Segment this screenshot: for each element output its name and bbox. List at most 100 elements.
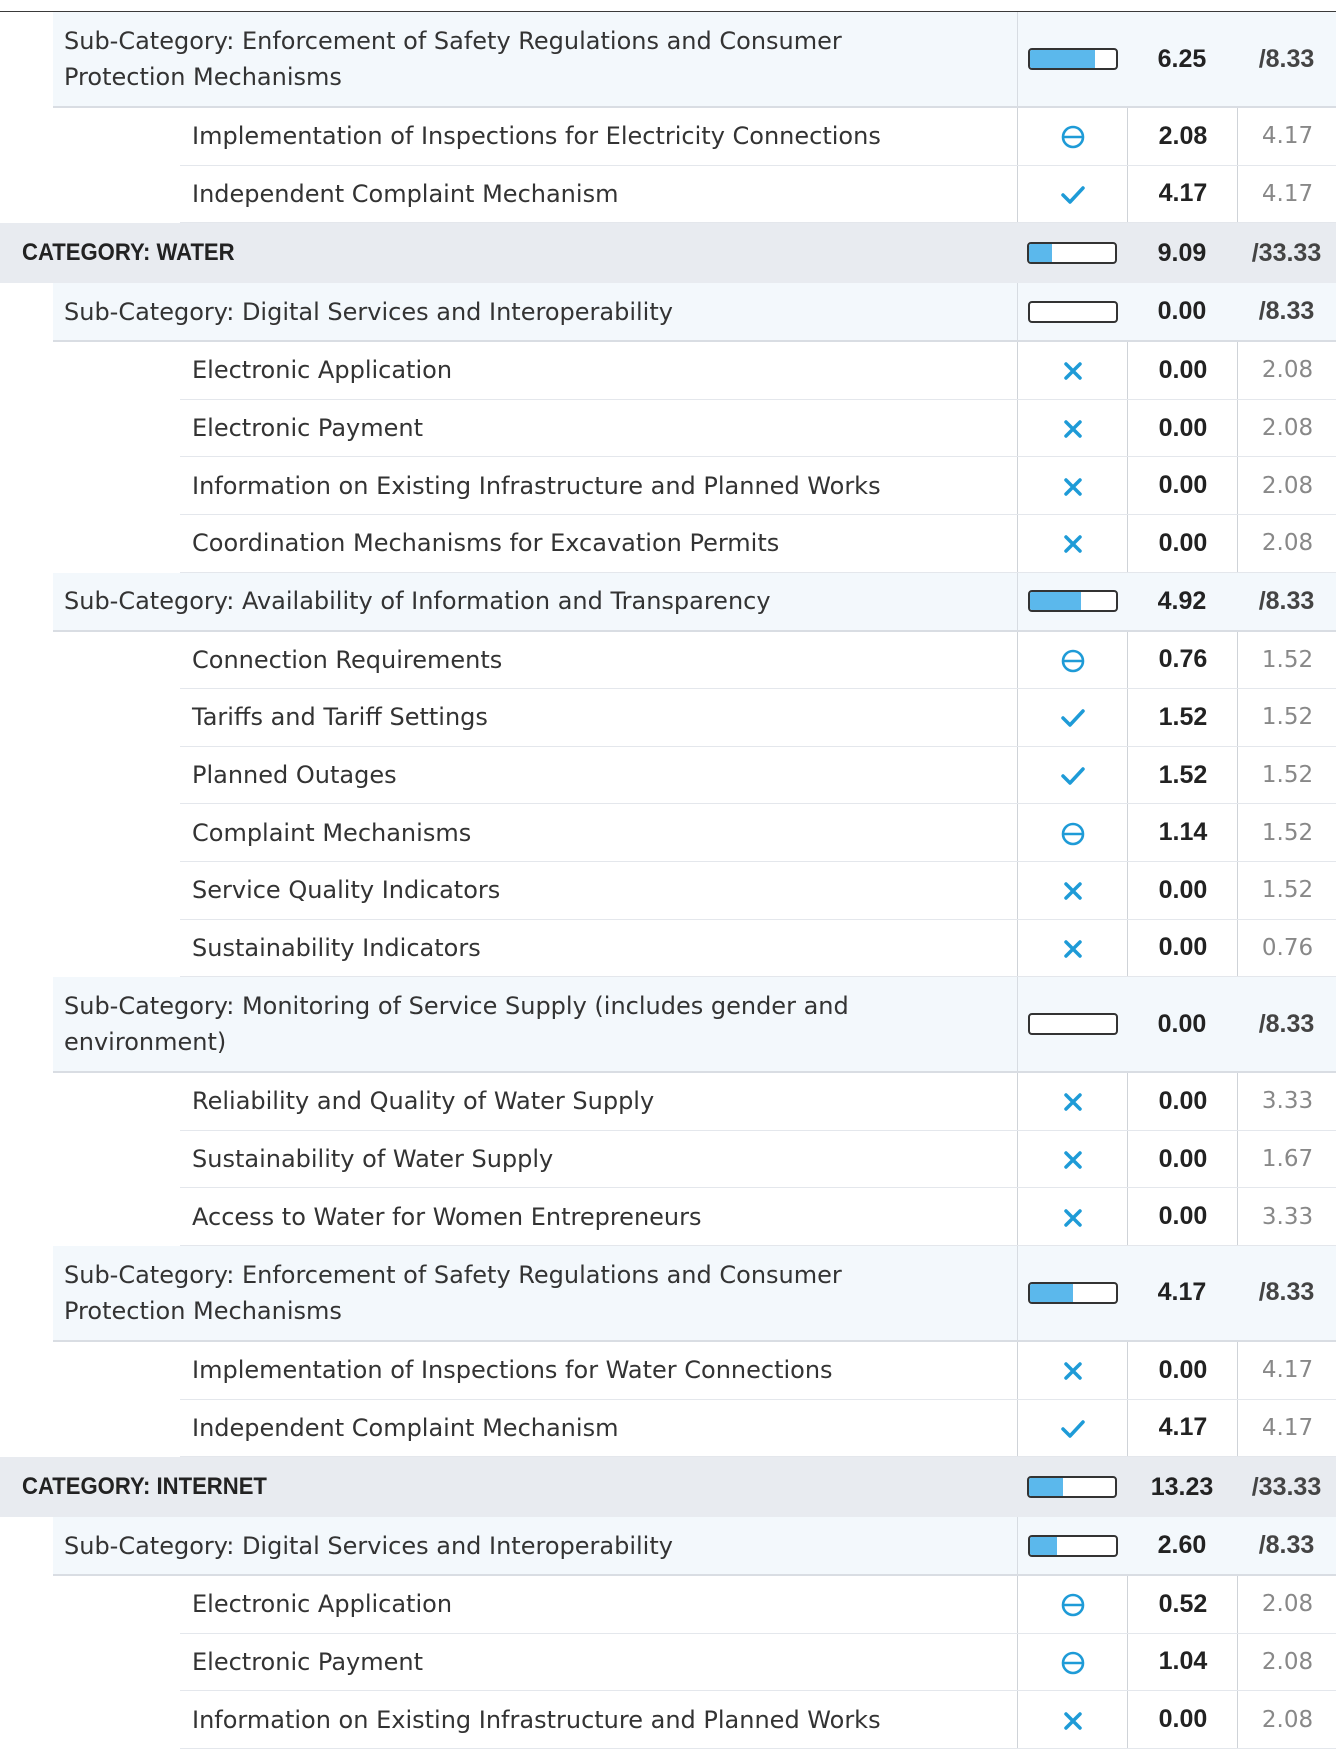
max-score-value: /8.33 (1258, 1278, 1315, 1307)
indicator-label: Information on Existing Infrastructure a… (192, 1705, 881, 1734)
score-value: 4.92 (1157, 586, 1207, 615)
score-value: 4.17 (1127, 165, 1238, 223)
cross-icon (1017, 1188, 1128, 1245)
max-score-value: 1.52 (1237, 631, 1336, 689)
progress-fill (1030, 50, 1095, 68)
indicator-label: Complaint Mechanisms (192, 818, 472, 847)
indicator-row: Complaint Mechanisms 1.14 1.52 (180, 804, 1336, 862)
max-score-value: 1.52 (1237, 804, 1336, 861)
subcategory-row: Sub-Category: Digital Services and Inter… (53, 283, 1336, 343)
indicator-label: Sustainability Indicators (192, 933, 481, 962)
indicator-label: Information on Existing Infrastructure a… (192, 471, 881, 500)
max-score-value: 4.17 (1237, 1341, 1336, 1399)
indicator-row: Connection Requirements 0.76 1.52 (180, 631, 1336, 690)
max-score-value: /8.33 (1258, 1009, 1315, 1038)
max-score-value: 2.08 (1237, 514, 1336, 572)
score-value: 0.00 (1157, 297, 1207, 326)
indicator-row: Electronic Payment 0.00 2.08 (180, 399, 1336, 458)
score-value: 2.08 (1127, 108, 1238, 165)
indicator-label: Tariffs and Tariff Settings (192, 703, 488, 732)
subcategory-label: Sub-Category: Digital Services and Inter… (64, 1531, 673, 1560)
progress-bar (1017, 572, 1128, 630)
max-score-value: 1.52 (1237, 746, 1336, 804)
max-score-value: 4.17 (1237, 165, 1336, 223)
score-value: 0.00 (1127, 1691, 1238, 1748)
subcategory-row: Sub-Category: Enforcement of Safety Regu… (53, 12, 1336, 108)
indicator-label: Independent Complaint Mechanism (192, 179, 619, 208)
cross-icon (1017, 861, 1128, 919)
score-value: 0.52 (1127, 1576, 1238, 1633)
score-value: 0.00 (1127, 457, 1238, 514)
max-score-value: 0.76 (1237, 919, 1336, 977)
subcategory-label: Sub-Category: Enforcement of Safety Regu… (64, 1260, 842, 1325)
progress-fill (1030, 1283, 1073, 1302)
cross-icon (1017, 1130, 1128, 1188)
indicator-label: Electronic Application (192, 356, 453, 385)
indicator-label: Connection Requirements (192, 645, 503, 674)
indicator-row: Reliability and Quality of Water Supply 0… (180, 1073, 1336, 1131)
subcategory-label: Sub-Category: Monitoring of Service Supp… (64, 992, 849, 1057)
indicator-label: Sustainability of Water Supply (192, 1145, 554, 1174)
score-value: 6.25 (1157, 44, 1207, 73)
indicator-row: Access to Water for Women Entrepreneurs 0… (180, 1188, 1336, 1246)
score-value: 1.14 (1127, 804, 1238, 861)
indicator-label: Electronic Payment (192, 414, 423, 443)
category-row: CATEGORY: WATER 9.09/33.33 (0, 223, 1336, 284)
score-value: 0.00 (1127, 1130, 1238, 1188)
subcategory-label: Sub-Category: Enforcement of Safety Regu… (64, 27, 842, 91)
indicator-label: Implementation of Inspections for Electr… (192, 122, 881, 151)
subcategory-label: Sub-Category: Digital Services and Inter… (64, 297, 673, 326)
score-table: Sub-Category: Enforcement of Safety Regu… (0, 12, 1336, 1749)
indicator-label: Independent Complaint Mechanism (192, 1413, 619, 1442)
cross-icon (1017, 342, 1128, 399)
indicator-label: Reliability and Quality of Water Supply (192, 1087, 655, 1116)
max-score-value: 2.08 (1237, 1576, 1336, 1633)
max-score-value: 3.33 (1237, 1073, 1336, 1130)
partial-icon (1017, 804, 1128, 861)
score-value: 2.60 (1157, 1531, 1207, 1560)
max-score-value: 4.17 (1237, 1399, 1336, 1457)
max-score-value: 2.08 (1237, 399, 1336, 457)
indicator-row: Independent Complaint Mechanism 4.17 4.17 (180, 165, 1336, 224)
progress-bar (1017, 1457, 1127, 1517)
partial-icon (1017, 108, 1128, 165)
progress-bar (1017, 1517, 1128, 1575)
subcategory-row: Sub-Category: Enforcement of Safety Regu… (53, 1245, 1336, 1342)
indicator-row: Sustainability of Water Supply 0.00 1.67 (180, 1130, 1336, 1189)
score-value: 0.00 (1127, 342, 1238, 399)
progress-bar (1017, 12, 1128, 106)
max-score-value: 2.08 (1237, 1633, 1336, 1691)
cross-icon (1017, 919, 1128, 977)
max-score-value: 1.52 (1237, 689, 1336, 746)
score-value: 0.00 (1127, 1341, 1238, 1399)
subcategory-label: Sub-Category: Availability of Informatio… (64, 587, 771, 616)
score-value: 0.00 (1127, 1073, 1238, 1130)
progress-bar (1017, 1245, 1128, 1340)
indicator-label: Service Quality Indicators (192, 876, 501, 905)
score-value: 4.17 (1127, 1399, 1238, 1457)
max-score-value: /8.33 (1258, 586, 1315, 615)
max-score-value: 1.52 (1237, 861, 1336, 919)
max-score-value: /8.33 (1258, 297, 1315, 326)
check-icon (1017, 689, 1128, 746)
max-score-value: /33.33 (1251, 238, 1322, 267)
subcategory-row: Sub-Category: Monitoring of Service Supp… (53, 977, 1336, 1074)
indicator-row: Coordination Mechanisms for Excavation P… (180, 514, 1336, 573)
max-score-value: 3.33 (1237, 1188, 1336, 1245)
indicator-label: Coordination Mechanisms for Excavation P… (192, 529, 780, 558)
indicator-row: Sustainability Indicators 0.00 0.76 (180, 919, 1336, 978)
indicator-row: Planned Outages 1.52 1.52 (180, 746, 1336, 805)
cross-icon (1017, 457, 1128, 514)
progress-fill (1030, 1536, 1057, 1555)
score-value: 0.00 (1127, 919, 1238, 977)
max-score-value: 2.08 (1237, 457, 1336, 514)
indicator-label: Electronic Payment (192, 1647, 423, 1676)
max-score-value: /33.33 (1251, 1472, 1322, 1501)
indicator-row: Electronic Payment 1.04 2.08 (180, 1633, 1336, 1692)
indicator-label: Electronic Application (192, 1590, 453, 1619)
max-score-value: /8.33 (1258, 44, 1315, 73)
score-value: 9.09 (1157, 238, 1207, 267)
score-value: 0.00 (1127, 861, 1238, 919)
check-icon (1017, 165, 1128, 223)
cross-icon (1017, 1073, 1128, 1130)
